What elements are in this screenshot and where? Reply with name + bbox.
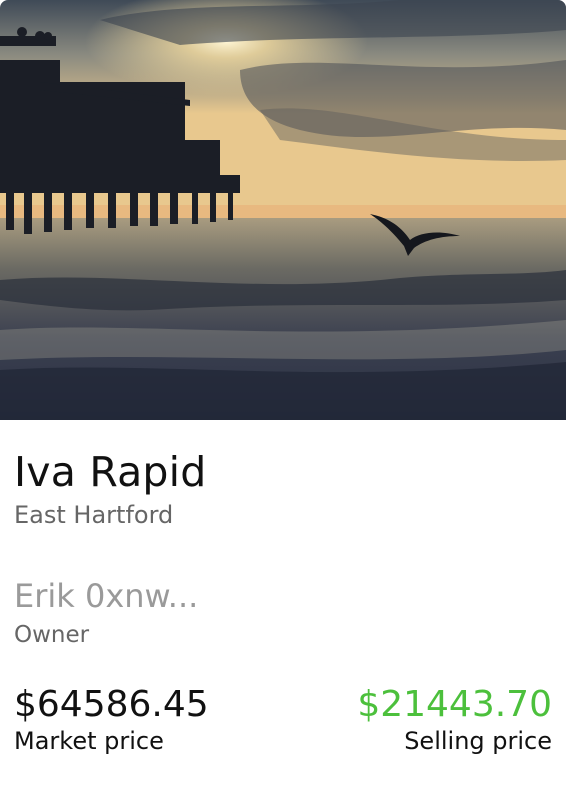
owner-name[interactable]: Erik 0xnw... — [14, 576, 198, 616]
listing-location: East Hartford — [14, 501, 174, 529]
listing-details: Iva Rapid East Hartford Erik 0xnw... Own… — [14, 420, 552, 788]
listing-card[interactable]: Iva Rapid East Hartford Erik 0xnw... Own… — [0, 0, 566, 788]
listing-photo[interactable] — [0, 0, 566, 420]
selling-price-block: $21443.70 Selling price — [357, 684, 552, 756]
listing-title: Iva Rapid — [14, 448, 207, 496]
selling-price-value: $21443.70 — [357, 684, 552, 725]
market-price-label: Market price — [14, 727, 164, 755]
selling-price-label: Selling price — [404, 727, 552, 755]
market-price-block: $64586.45 Market price — [14, 684, 209, 756]
market-price-value: $64586.45 — [14, 684, 209, 725]
owner-label: Owner — [14, 622, 90, 648]
